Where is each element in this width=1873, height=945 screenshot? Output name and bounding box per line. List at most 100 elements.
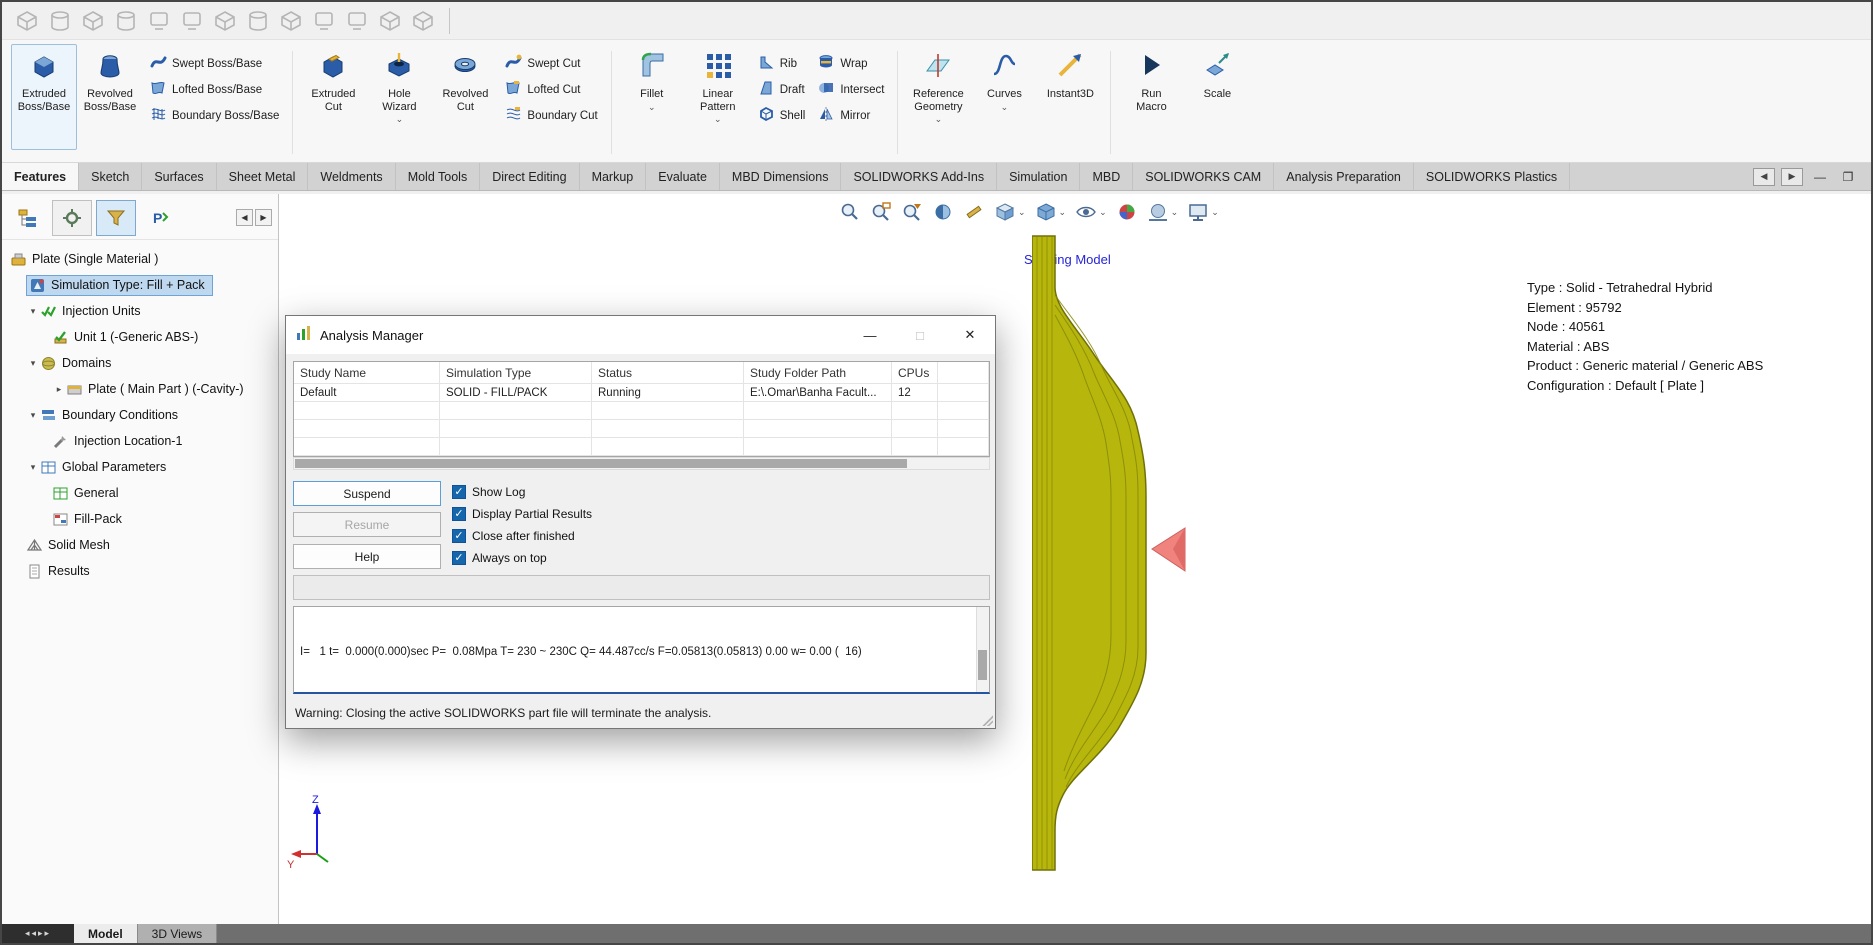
plate-3d-model[interactable] [1032,235,1192,871]
tree-item-simulation-type[interactable]: Simulation Type: Fill + Pack [2,272,278,298]
tree-item-global-parameters[interactable]: ▾ Global Parameters [2,454,278,480]
shell-button[interactable]: Shell [751,103,812,129]
fillet-button[interactable]: Fillet ⌄ [619,44,685,150]
close-icon[interactable]: ✕ [945,316,995,354]
view-orientation-icon[interactable]: ⌄ [994,201,1026,223]
tab-mold-tools[interactable]: Mold Tools [396,163,481,190]
scrollbar-thumb[interactable] [978,649,987,681]
tree-item-plate[interactable]: Plate (Single Material ) [2,246,278,272]
hide-show-items-icon[interactable]: ⌄ [1075,201,1107,223]
route-tool-icon[interactable] [243,7,273,35]
boundary-cut-button[interactable]: Boundary Cut [498,103,603,129]
assembly-tool-icon[interactable] [210,7,240,35]
checkbox-checked-icon[interactable]: ✓ [452,551,466,565]
statistics-tool-icon[interactable] [309,7,339,35]
sheet-navigation-icons[interactable]: ◂◂▸▸ [2,924,74,943]
swept-boss-base-button[interactable]: Swept Boss/Base [143,51,285,77]
boundary-boss-base-button[interactable]: Boundary Boss/Base [143,103,285,129]
mirror-button[interactable]: Mirror [811,103,890,129]
part-tool-icon[interactable] [12,7,42,35]
tab-solidworks-plastics[interactable]: SOLIDWORKS Plastics [1414,163,1571,190]
dropdown-icon[interactable]: ⌄ [1059,207,1067,216]
tree-item-fill-pack[interactable]: Fill-Pack [2,506,278,532]
tab-surfaces[interactable]: Surfaces [142,163,217,190]
previous-view-icon[interactable] [901,201,923,223]
scale-button[interactable]: Scale [1184,44,1250,150]
featuremanager-tab-icon[interactable] [8,200,48,236]
tab-mbd[interactable]: MBD [1080,163,1134,190]
expand-icon[interactable]: ▸ [52,384,66,395]
revolved-cut-button[interactable]: Revolved Cut [432,44,498,150]
3d-drawing-view-icon[interactable] [963,201,985,223]
dropdown-icon[interactable]: ⌄ [1018,207,1026,216]
collapse-icon[interactable]: ▾ [26,306,40,317]
scroll-right-icon[interactable]: ▶ [255,209,272,226]
pane-left-icon[interactable]: ◀ [1753,167,1775,186]
cylinder-tool-icon[interactable] [111,7,141,35]
collapse-icon[interactable]: ▾ [26,358,40,369]
tab-sheet-metal[interactable]: Sheet Metal [217,163,309,190]
tab-direct-editing[interactable]: Direct Editing [480,163,580,190]
tab-solidworks-add-ins[interactable]: SOLIDWORKS Add-Ins [841,163,998,190]
apply-scene-icon[interactable]: ⌄ [1147,201,1179,223]
show-log-checkbox[interactable]: ✓ Show Log [452,484,525,500]
scrollbar-thumb[interactable] [295,459,907,468]
dropdown-icon[interactable]: ⌄ [714,115,722,124]
swept-cut-button[interactable]: Swept Cut [498,51,603,77]
tree-item-boundary-conditions[interactable]: ▾ Boundary Conditions [2,402,278,428]
checkbox-checked-icon[interactable]: ✓ [452,507,466,521]
display-tool-icon[interactable] [78,7,108,35]
collapse-icon[interactable]: ▾ [26,462,40,473]
measure-tool-icon[interactable] [276,7,306,35]
dropdown-icon[interactable]: ⌄ [1099,207,1107,216]
column-header[interactable]: Study Name [294,362,440,384]
table-row[interactable]: Default SOLID - FILL/PACK Running E:\.Om… [294,384,989,402]
tab-model[interactable]: Model [74,924,138,943]
dropdown-icon[interactable]: ⌄ [648,102,656,111]
zoom-to-fit-icon[interactable] [839,201,861,223]
tab-features[interactable]: Features [2,163,80,190]
export-tool-icon[interactable] [342,7,372,35]
extruded-boss-base-button[interactable]: Extruded Boss/Base [11,44,77,150]
trim-tool-icon[interactable] [177,7,207,35]
tab-3d-views[interactable]: 3D Views [137,924,218,943]
plastics-manager-tab-icon[interactable]: P [140,200,180,236]
instant3d-button[interactable]: Instant3D [1037,44,1103,150]
pane-right-icon[interactable]: ▶ [1781,167,1803,186]
checkbox-checked-icon[interactable]: ✓ [452,485,466,499]
tree-item-results[interactable]: Results [2,558,278,584]
scroll-left-icon[interactable]: ◀ [236,209,253,226]
suspend-button[interactable]: Suspend [293,481,441,506]
view-settings-icon[interactable]: ⌄ [1187,201,1219,223]
study-table[interactable]: Study Name Simulation Type Status Study … [293,361,990,457]
restore-pane-icon[interactable]: ❐ [1837,168,1859,186]
tab-weldments[interactable]: Weldments [308,163,396,190]
wrap-button[interactable]: Wrap [811,51,890,77]
tree-item-plate-main-part[interactable]: ▸ Plate ( Main Part ) (-Cavity-) [2,376,278,402]
tree-item-general[interactable]: General [2,480,278,506]
cancel-tool-icon[interactable] [408,7,438,35]
draft-button[interactable]: Draft [751,77,812,103]
section-view-icon[interactable] [932,201,954,223]
checkbox-checked-icon[interactable]: ✓ [452,529,466,543]
run-macro-button[interactable]: Run Macro [1118,44,1184,150]
dropdown-icon[interactable]: ⌄ [396,115,404,124]
always-on-top-checkbox[interactable]: ✓ Always on top [452,550,547,566]
collapse-icon[interactable]: ▾ [26,410,40,421]
dropdown-icon[interactable]: ⌄ [935,115,943,124]
dropdown-icon[interactable]: ⌄ [1171,207,1179,216]
column-header[interactable]: Study Folder Path [744,362,892,384]
hole-wizard-button[interactable]: Hole Wizard ⌄ [366,44,432,150]
dropdown-icon[interactable]: ⌄ [1001,102,1009,111]
zoom-to-area-icon[interactable] [870,201,892,223]
tree-item-injection-units[interactable]: ▾ Injection Units [2,298,278,324]
lofted-boss-base-button[interactable]: Lofted Boss/Base [143,77,285,103]
column-header[interactable]: Simulation Type [440,362,592,384]
log-vertical-scrollbar[interactable] [976,607,989,692]
column-header[interactable]: Status [592,362,744,384]
lofted-cut-button[interactable]: Lofted Cut [498,77,603,103]
tab-simulation[interactable]: Simulation [997,163,1081,190]
propertymanager-tab-icon[interactable] [52,199,92,236]
resize-grip[interactable] [981,714,993,726]
rib-button[interactable]: Rib [751,51,812,77]
